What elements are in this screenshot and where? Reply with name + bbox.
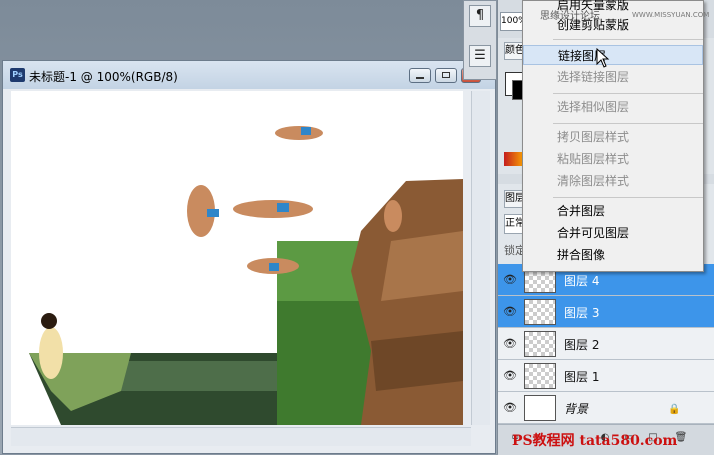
layer-row-1[interactable]: 👁 图层 1 bbox=[498, 360, 714, 392]
rock-cliff bbox=[351, 179, 463, 425]
layer-row-3[interactable]: 👁 图层 3 bbox=[498, 296, 714, 328]
layer-name: 图层 3 bbox=[564, 306, 600, 320]
layer-thumbnail bbox=[524, 395, 556, 421]
layer-row-2[interactable]: 👁 图层 2 bbox=[498, 328, 714, 360]
menu-item-merge-layers[interactable]: 合并图层 bbox=[523, 201, 703, 221]
eye-icon[interactable]: 👁 bbox=[500, 270, 520, 290]
document-window[interactable]: Ps 未标题-1 @ 100%(RGB/8) ✕ bbox=[2, 60, 496, 454]
lock-label: 锁定 bbox=[504, 244, 524, 257]
list-panel-icon[interactable]: ☰ bbox=[469, 45, 491, 67]
minimize-button[interactable] bbox=[409, 68, 431, 83]
layer-name: 图层 2 bbox=[564, 338, 600, 352]
menu-item-paste-layer-style[interactable]: 粘贴图层样式 bbox=[523, 149, 703, 169]
composite-artwork bbox=[29, 126, 463, 425]
maximize-button[interactable] bbox=[435, 68, 457, 83]
menu-separator bbox=[553, 39, 703, 40]
horizontal-scrollbar[interactable] bbox=[11, 427, 471, 446]
watermark-forum: 思缘设计论坛 bbox=[540, 11, 600, 22]
jumper-middle bbox=[233, 200, 313, 218]
jumper-top bbox=[275, 126, 323, 140]
layer-thumbnail bbox=[524, 299, 556, 325]
menu-item-link-layers[interactable]: 链接图层 bbox=[523, 45, 703, 65]
layer-name: 图层 1 bbox=[564, 370, 600, 384]
minimize-icon bbox=[416, 77, 424, 79]
menu-item-select-similar-layers[interactable]: 选择相似图层 bbox=[523, 97, 703, 117]
lock-icon: 🔒 bbox=[668, 404, 681, 415]
vertical-scrollbar[interactable] bbox=[471, 91, 490, 425]
eye-icon[interactable]: 👁 bbox=[500, 334, 520, 354]
maximize-icon bbox=[442, 72, 450, 78]
girl-head bbox=[41, 313, 57, 329]
layer-row-background[interactable]: 👁 背景 🔒 bbox=[498, 392, 714, 424]
document-title: 未标题-1 @ 100%(RGB/8) bbox=[29, 70, 178, 84]
watermark-url: WWW.MISSYUAN.COM bbox=[632, 11, 710, 19]
eye-icon[interactable]: 👁 bbox=[500, 398, 520, 418]
pilcrow-icon[interactable]: ¶ bbox=[469, 5, 491, 27]
menu-separator bbox=[553, 197, 703, 198]
layer-context-menu: 启用矢量蒙版 创建剪贴蒙版 链接图层 选择链接图层 选择相似图层 拷贝图层样式 … bbox=[522, 0, 704, 272]
menu-item-clear-layer-style[interactable]: 清除图层样式 bbox=[523, 171, 703, 191]
rock-lower bbox=[371, 331, 463, 391]
trunks-4 bbox=[269, 263, 279, 271]
sitting-girl bbox=[39, 327, 63, 379]
eye-icon[interactable]: 👁 bbox=[500, 302, 520, 322]
trunks-1 bbox=[301, 127, 311, 135]
standing-boy bbox=[384, 200, 402, 232]
layer-name: 背景 bbox=[564, 402, 589, 416]
photoshop-icon: Ps bbox=[10, 68, 25, 82]
menu-item-copy-layer-style[interactable]: 拷贝图层样式 bbox=[523, 127, 703, 147]
menu-separator bbox=[553, 123, 703, 124]
layer-thumbnail bbox=[524, 363, 556, 389]
watermark-tutorial-site: PS教程网 tata580.com bbox=[512, 433, 678, 449]
image-canvas[interactable] bbox=[11, 91, 463, 425]
trunks-3 bbox=[277, 203, 289, 212]
menu-item-flatten-image[interactable]: 拼合图像 bbox=[523, 245, 703, 265]
layer-thumbnail bbox=[524, 331, 556, 357]
panel-icon-strip: ¶ ☰ bbox=[463, 0, 497, 80]
menu-item-select-linked-layers[interactable]: 选择链接图层 bbox=[523, 67, 703, 87]
mouse-cursor-icon bbox=[596, 48, 610, 68]
document-titlebar[interactable]: Ps 未标题-1 @ 100%(RGB/8) ✕ bbox=[3, 61, 495, 89]
rock-ledge bbox=[381, 231, 463, 301]
layer-name: 图层 4 bbox=[564, 274, 600, 288]
menu-separator bbox=[553, 93, 703, 94]
trunks-2 bbox=[207, 209, 219, 217]
eye-icon[interactable]: 👁 bbox=[500, 366, 520, 386]
menu-item-merge-visible[interactable]: 合并可见图层 bbox=[523, 223, 703, 243]
